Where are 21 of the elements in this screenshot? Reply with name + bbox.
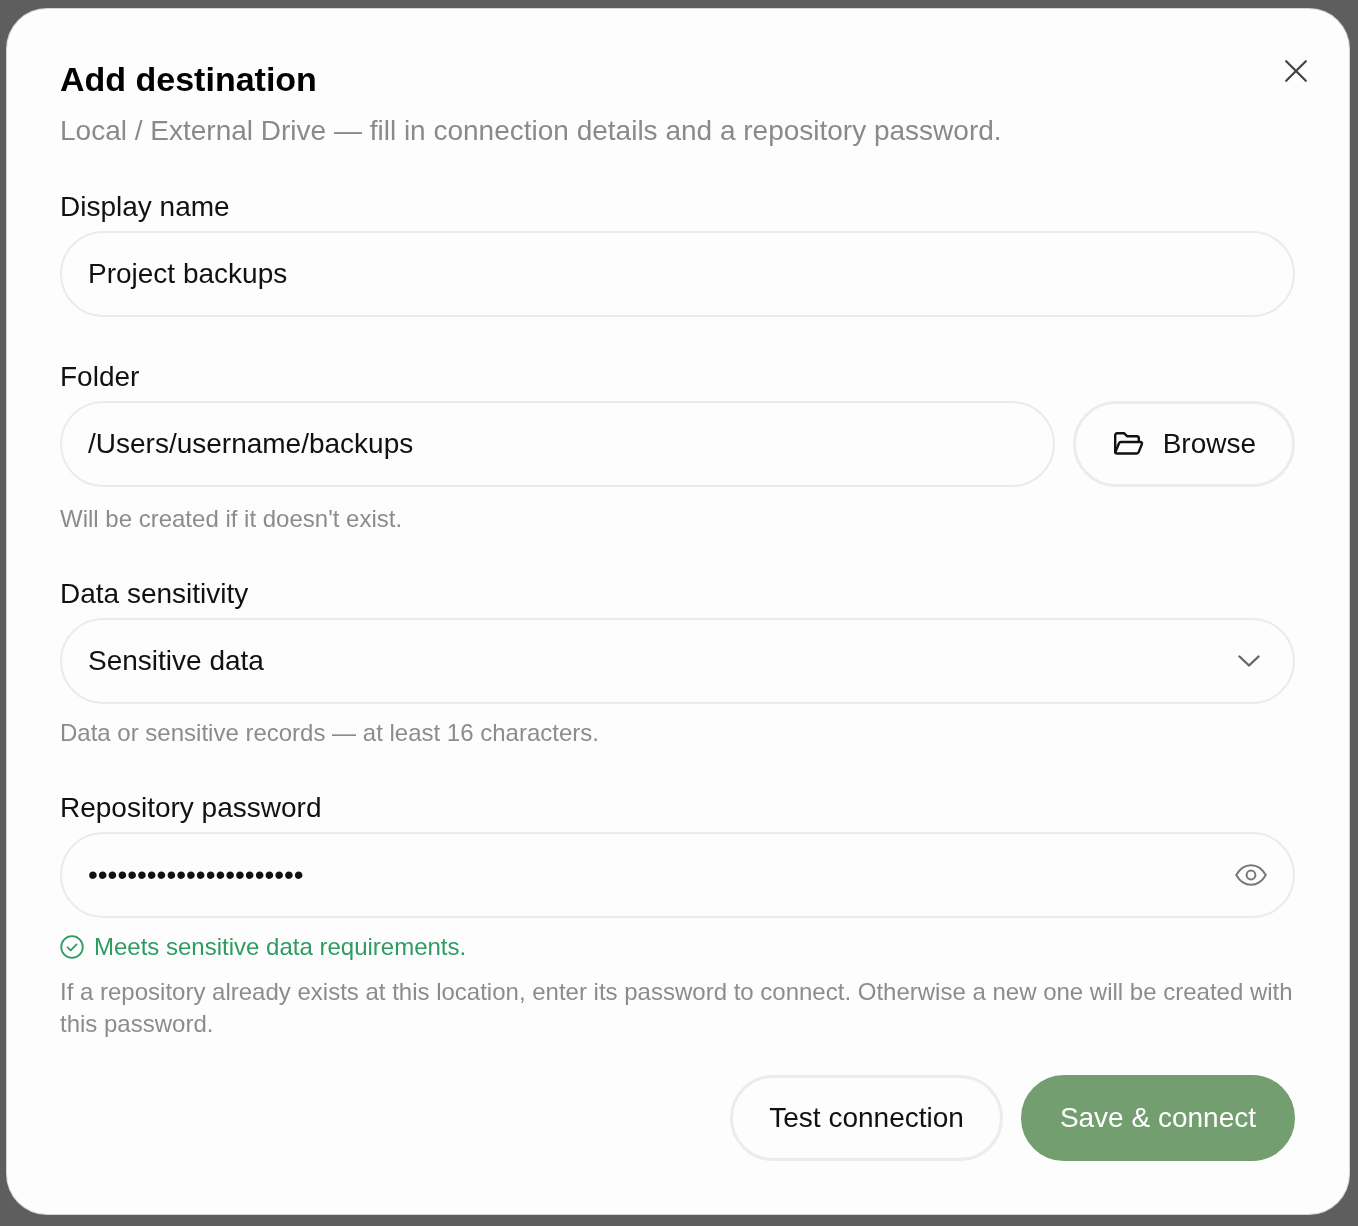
field-label: Display name	[60, 191, 231, 223]
help-text: If a repository already exists at this location, enter its password to connect. Otherwise a new one will be created with this password.	[60, 977, 1294, 1039]
password-field[interactable]: ••••••••••••••••••••••	[60, 832, 1295, 918]
dialog-title: Add destination	[60, 59, 318, 99]
input-field[interactable]: /Users/username/backups	[60, 401, 1055, 487]
check-circle-icon	[60, 935, 84, 959]
input-field[interactable]: Project backups	[60, 231, 1295, 317]
dialog-subtitle: Local / External Drive — fill in connection details and a repository password.	[60, 115, 1002, 147]
close-icon[interactable]	[1285, 60, 1307, 82]
browse-button[interactable]: Browse	[1072, 401, 1295, 487]
field-label: Repository password	[60, 792, 323, 824]
field-hint: Data or sensitive records — at least 16 characters.	[60, 718, 600, 748]
eye-icon[interactable]	[1235, 864, 1267, 886]
test-button[interactable]: Test connection	[730, 1075, 1003, 1161]
field-hint: Will be created if it doesn't exist.	[60, 504, 404, 534]
field-label: Data sensitivity	[60, 578, 250, 610]
folder-icon	[1111, 431, 1144, 457]
field-label: Folder	[60, 361, 141, 393]
validation-message: Meets sensitive data requirements.	[94, 932, 467, 962]
select-field[interactable]: Sensitive data	[60, 618, 1295, 704]
chevron-down-icon	[1238, 655, 1260, 667]
